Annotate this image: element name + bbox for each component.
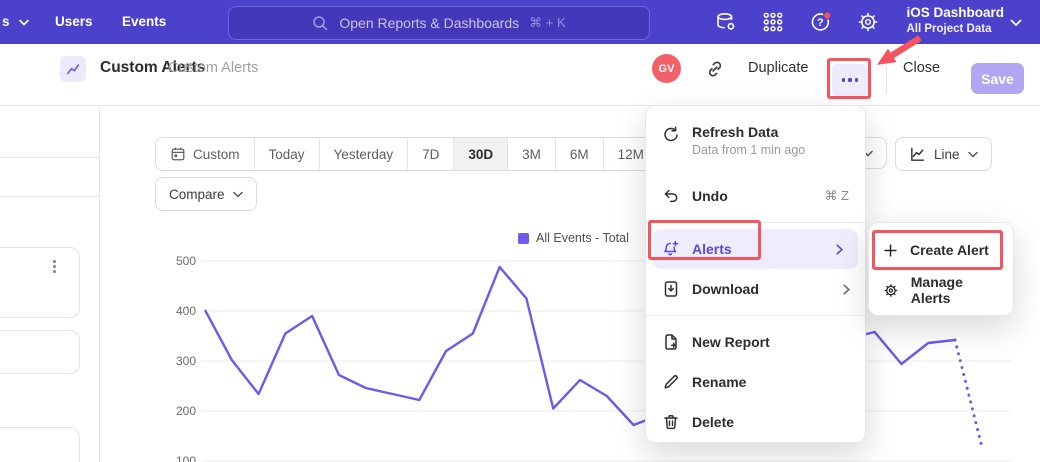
project-scope: All Project Data (906, 22, 1004, 36)
sidebar-divider (99, 105, 100, 462)
divider (886, 66, 887, 94)
search-shortcut: ⌘ + K (529, 15, 566, 31)
menu-item-rename[interactable]: Rename (646, 362, 865, 402)
apps-grid-icon[interactable] (762, 11, 784, 33)
menu-item-new-report[interactable]: New Report (646, 322, 865, 362)
nav-item-events[interactable]: Events (122, 14, 166, 29)
more-options-menu: Refresh Data Data from 1 min ago Undo ⌘ … (645, 105, 866, 443)
gear-icon (883, 282, 899, 299)
settings-gear-icon[interactable] (857, 11, 879, 33)
refresh-icon (662, 126, 680, 144)
download-icon (662, 280, 680, 298)
svg-text:500: 500 (176, 254, 196, 268)
search-icon (312, 15, 329, 32)
search-placeholder: Open Reports & Dashboards (339, 15, 519, 31)
refresh-data-timestamp: Data from 1 min ago (692, 143, 805, 157)
date-range-3m[interactable]: 3M (507, 138, 555, 170)
date-range-6m[interactable]: 6M (555, 138, 603, 170)
line-chart-icon (909, 146, 926, 163)
bell-plus-icon (662, 240, 680, 258)
data-management-icon[interactable] (715, 11, 737, 33)
menu-item-delete[interactable]: Delete (646, 402, 865, 442)
app-window: 500 400 300 200 100 s Users Events Open Repo… (0, 0, 1040, 462)
avatar[interactable]: GV (652, 54, 681, 83)
card-kebab-menu-icon[interactable] (49, 256, 60, 277)
sidebar-row-divider (0, 196, 99, 197)
compare-button[interactable]: Compare (155, 177, 257, 211)
report-type-icon (60, 56, 86, 82)
chevron-down-icon (968, 151, 978, 158)
chevron-down-icon (233, 191, 243, 198)
sidebar-card[interactable] (0, 330, 80, 374)
trash-icon (662, 413, 680, 431)
menu-item-alerts[interactable]: Alerts (653, 229, 858, 269)
chevron-right-icon (843, 284, 850, 295)
svg-text:400: 400 (176, 304, 196, 318)
more-options-button[interactable] (832, 64, 868, 96)
chevron-right-icon (836, 244, 843, 255)
undo-shortcut: ⌘ Z (824, 188, 849, 204)
save-button[interactable]: Save (971, 63, 1024, 94)
date-range-today[interactable]: Today (254, 138, 319, 170)
chevron-down-icon (20, 21, 28, 25)
duplicate-button[interactable]: Duplicate (748, 60, 808, 76)
project-name: iOS Dashboard (906, 5, 1004, 22)
sidebar-card[interactable] (0, 247, 80, 318)
topbar: s Users Events Open Reports & Dashboards… (0, 0, 1040, 44)
nav-item-users[interactable]: Users (55, 14, 93, 29)
breadcrumb: Custom Alerts (168, 60, 258, 76)
plus-icon (883, 243, 898, 258)
submenu-item-manage-alerts[interactable]: Manage Alerts (869, 270, 1013, 310)
undo-icon (662, 187, 680, 205)
date-range-custom[interactable]: Custom (156, 138, 254, 170)
menu-item-refresh-data[interactable]: Refresh Data Data from 1 min ago (646, 116, 865, 176)
chart-type-button[interactable]: Line (895, 137, 992, 171)
menu-item-download[interactable]: Download (646, 269, 865, 309)
help-icon[interactable]: ? (810, 11, 832, 33)
menu-item-undo[interactable]: Undo ⌘ Z (646, 176, 865, 216)
project-switcher[interactable]: iOS Dashboard All Project Data (906, 5, 1004, 36)
close-button[interactable]: Close (903, 60, 940, 76)
chart-legend: All Events - Total (518, 231, 629, 245)
submenu-item-create-alert[interactable]: Create Alert (869, 230, 1013, 270)
svg-text:300: 300 (176, 354, 196, 368)
sidebar-row-divider (0, 157, 99, 158)
notification-dot (824, 12, 831, 19)
legend-swatch (518, 233, 529, 244)
date-range-7d[interactable]: 7D (407, 138, 453, 170)
report-header: Custom Alerts Custom Alerts GV Duplicate… (0, 44, 1040, 106)
nav-item-truncated[interactable]: s (2, 14, 29, 29)
date-range-yesterday[interactable]: Yesterday (319, 138, 408, 170)
svg-text:200: 200 (176, 404, 196, 418)
date-range-30d-selected[interactable]: 30D (453, 138, 507, 170)
sidebar-card[interactable] (0, 427, 80, 462)
share-link-icon[interactable] (705, 59, 725, 79)
global-search-input[interactable]: Open Reports & Dashboards ⌘ + K (228, 6, 650, 40)
legend-label: All Events - Total (536, 231, 629, 245)
pencil-icon (662, 373, 680, 391)
svg-text:?: ? (817, 17, 824, 29)
date-range-selector: Custom Today Yesterday 7D 30D 3M 6M 12M (155, 137, 659, 171)
alerts-submenu: Create Alert Manage Alerts (868, 222, 1014, 316)
calendar-icon (170, 146, 186, 162)
document-plus-icon (662, 333, 680, 351)
svg-text:100: 100 (176, 454, 196, 462)
chevron-down-icon[interactable] (1010, 19, 1022, 27)
